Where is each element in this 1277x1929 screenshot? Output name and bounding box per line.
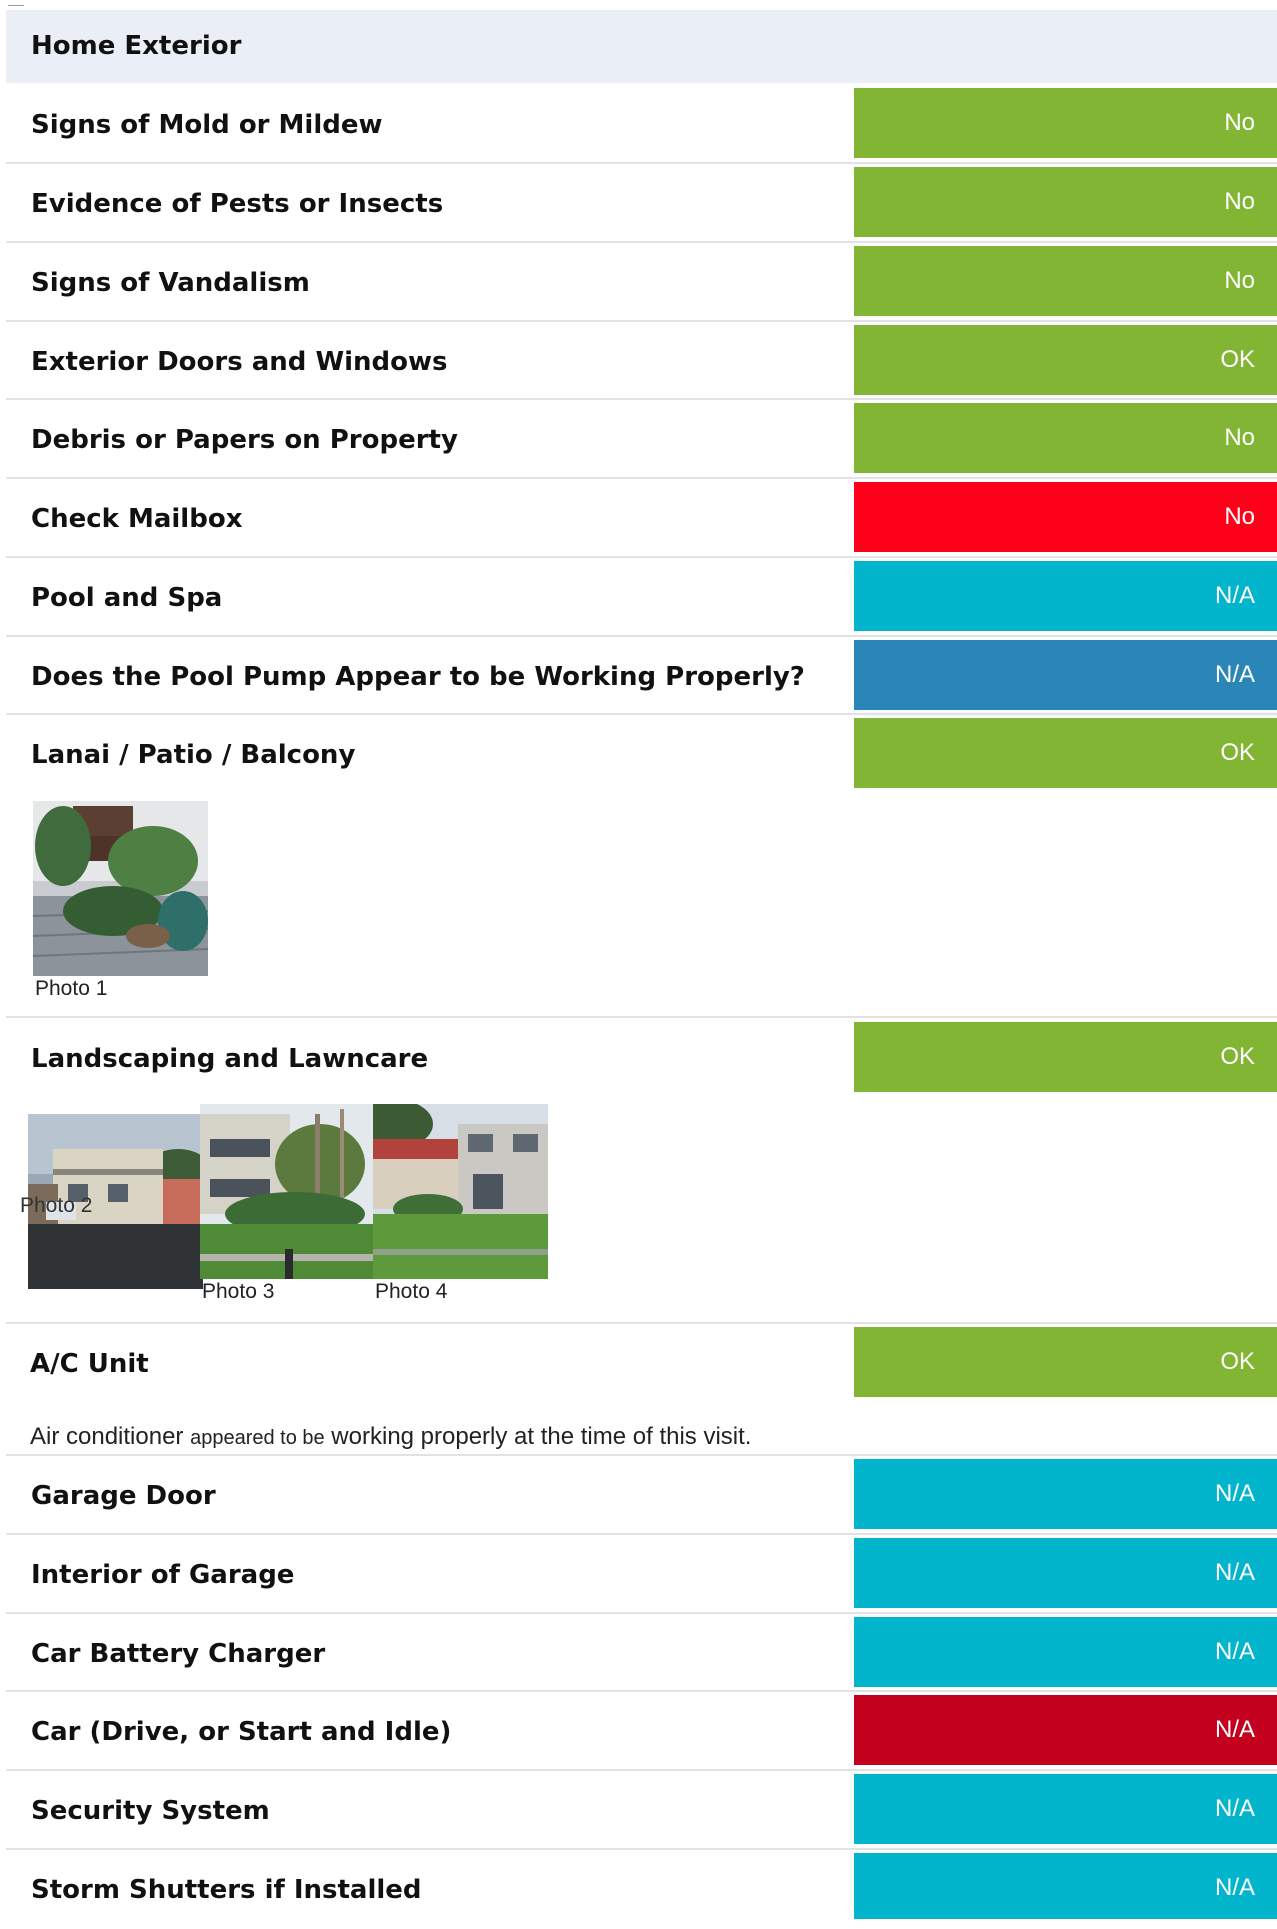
item-label: Evidence of Pests or Insects [31, 189, 444, 219]
checklist-row-pool-pump: Does the Pool Pump Appear to be Working … [6, 638, 1277, 715]
status-badge: No [854, 88, 1277, 158]
photo-3-image [200, 1104, 375, 1279]
item-label: Security System [31, 1796, 270, 1826]
item-label: Car (Drive, or Start and Idle) [31, 1717, 452, 1747]
checklist-row-storm-shutters: Storm Shutters if Installed N/A [6, 1851, 1277, 1919]
checklist-row-pests: Evidence of Pests or Insects No [6, 165, 1277, 243]
item-label: Landscaping and Lawncare [31, 1044, 429, 1074]
item-label: Debris or Papers on Property [31, 425, 458, 455]
note-text-small: appeared to be [190, 1427, 325, 1449]
item-label: A/C Unit [30, 1349, 149, 1379]
status-badge: N/A [854, 640, 1277, 710]
item-label: Garage Door [31, 1481, 216, 1511]
status-badge: N/A [854, 561, 1277, 631]
checklist-row-car: Car (Drive, or Start and Idle) N/A [6, 1693, 1277, 1771]
photo-caption: Photo 3 [202, 1280, 275, 1303]
checklist-row-mold: Signs of Mold or Mildew No [6, 86, 1277, 164]
checklist-row-vandalism: Signs of Vandalism No [6, 244, 1277, 322]
item-label: Signs of Mold or Mildew [31, 110, 383, 140]
item-label: Interior of Garage [31, 1560, 295, 1590]
item-label: Car Battery Charger [31, 1639, 326, 1669]
checklist-row-battery-charger: Car Battery Charger N/A [6, 1615, 1277, 1692]
note-text: Air conditioner [30, 1423, 191, 1450]
status-badge: No [854, 403, 1277, 473]
status-badge: N/A [854, 1617, 1277, 1687]
item-label: Pool and Spa [31, 583, 223, 613]
checklist-row-garage-door: Garage Door N/A [6, 1457, 1277, 1535]
checklist-row-doors-windows: Exterior Doors and Windows OK [6, 323, 1277, 400]
checklist-row-pool-spa: Pool and Spa N/A [6, 559, 1277, 637]
status-badge: N/A [854, 1774, 1277, 1844]
item-label: Check Mailbox [31, 504, 243, 534]
status-badge: N/A [854, 1538, 1277, 1608]
item-label: Lanai / Patio / Balcony [31, 740, 356, 770]
checklist-row-interior-garage: Interior of Garage N/A [6, 1536, 1277, 1614]
photo-4-image [373, 1104, 548, 1279]
status-badge: N/A [854, 1853, 1277, 1919]
section-header-home-exterior: Home Exterior [6, 10, 1277, 83]
checklist-row-security: Security System N/A [6, 1772, 1277, 1850]
checklist-row-ac-unit: A/C Unit OK Air conditioner appeared to … [6, 1325, 1277, 1456]
status-badge: OK [854, 1022, 1277, 1092]
note-text: working properly at the time of this vis… [324, 1423, 752, 1450]
item-label: Does the Pool Pump Appear to be Working … [31, 662, 805, 692]
photo-caption: Photo 1 [35, 977, 108, 1000]
item-note: Air conditioner appeared to be working p… [30, 1423, 751, 1451]
checklist-row-debris: Debris or Papers on Property No [6, 401, 1277, 479]
photo-caption: Photo 2 [20, 1194, 93, 1217]
top-divider-mark [8, 5, 24, 6]
item-label: Storm Shutters if Installed [31, 1875, 422, 1905]
item-label: Exterior Doors and Windows [31, 347, 448, 377]
status-badge: N/A [854, 1459, 1277, 1529]
status-badge: No [854, 246, 1277, 316]
status-badge: No [854, 482, 1277, 552]
checklist-row-mailbox: Check Mailbox No [6, 480, 1277, 558]
status-badge: OK [854, 325, 1277, 395]
status-badge: OK [854, 1327, 1277, 1397]
status-badge: OK [854, 718, 1277, 788]
photo-1-image [33, 801, 208, 976]
checklist-row-landscaping: Landscaping and Lawncare OK Photo 2 Phot… [6, 1020, 1277, 1324]
item-label: Signs of Vandalism [31, 268, 310, 298]
status-badge: No [854, 167, 1277, 237]
checklist-row-lanai: Lanai / Patio / Balcony OK Photo 1 [6, 716, 1277, 1018]
photo-caption: Photo 4 [375, 1280, 448, 1303]
status-badge: N/A [854, 1695, 1277, 1765]
